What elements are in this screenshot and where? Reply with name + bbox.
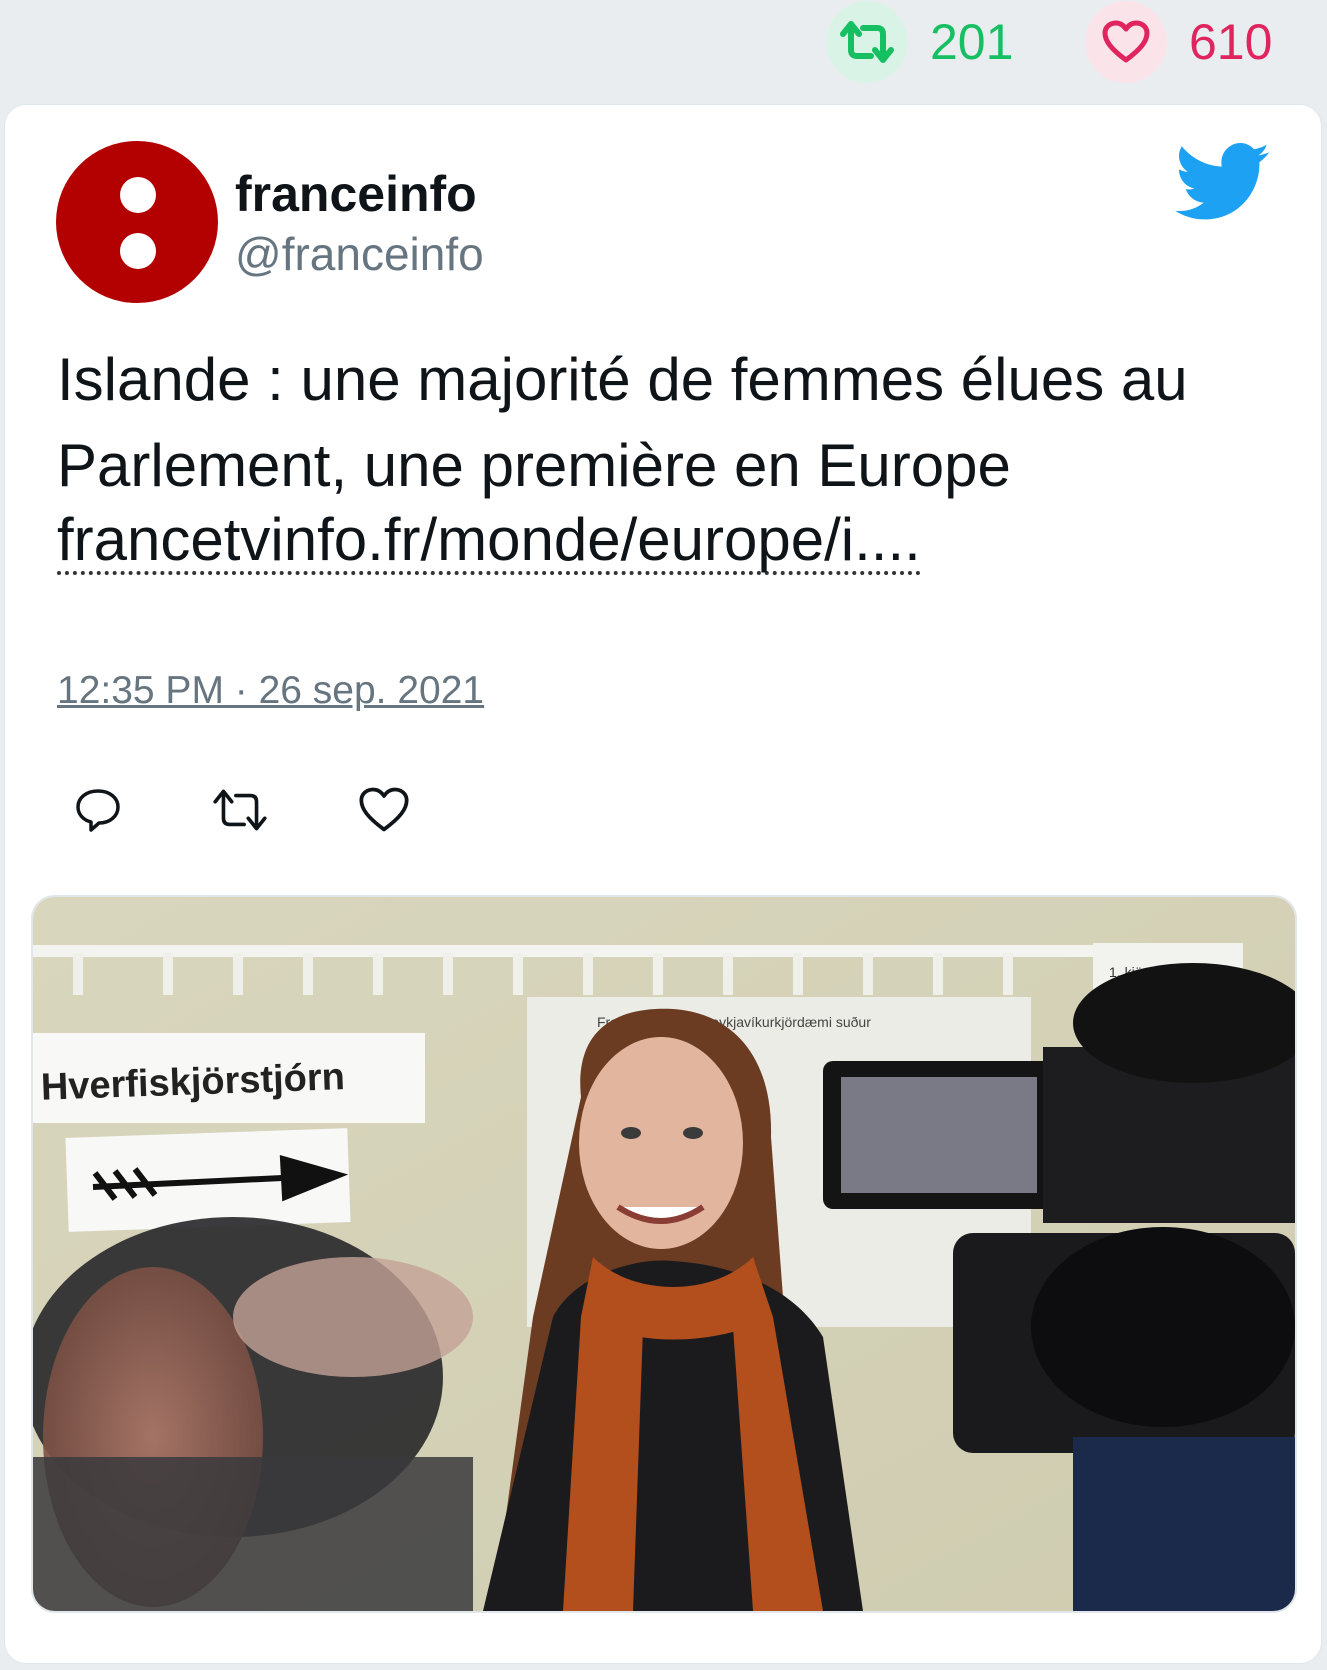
tweet-text: Islande : une majorité de femmes élues a… <box>57 346 1188 499</box>
twitter-bird-icon[interactable] <box>1175 143 1271 226</box>
retweet-stat[interactable]: 201 <box>826 0 1013 84</box>
woman-eye <box>621 1127 641 1139</box>
author-display-name[interactable]: franceinfo <box>235 165 477 223</box>
retweet-icon[interactable] <box>826 1 908 83</box>
camera-lens <box>1031 1227 1295 1427</box>
reply-icon[interactable] <box>73 785 123 840</box>
woman-eye <box>683 1127 703 1139</box>
avatar-logo-dot <box>120 233 156 269</box>
retweet-count: 201 <box>930 14 1014 70</box>
avatar[interactable] <box>56 141 218 303</box>
tweet-photo[interactable]: Hverfiskjörstjórn Framboðslistar í Reykj… <box>31 895 1297 1613</box>
like-stat[interactable]: 610 <box>1085 0 1272 84</box>
coat-rack <box>33 945 1113 957</box>
blurred-foreground <box>33 1457 473 1611</box>
author-handle[interactable]: @franceinfo <box>235 227 484 281</box>
tweet-card: franceinfo @franceinfo Islande : une maj… <box>4 104 1322 1664</box>
camera-display <box>841 1077 1037 1193</box>
engagement-stats: 201 610 <box>0 0 1327 100</box>
tweet-timestamp[interactable]: 12:35 PM · 26 sep. 2021 <box>57 669 484 713</box>
like-count: 610 <box>1189 14 1273 70</box>
cameraman <box>1073 1437 1295 1611</box>
heart-icon[interactable] <box>1085 1 1167 83</box>
tweet-link[interactable]: francetvinfo.fr/monde/europe/i.... <box>57 509 921 575</box>
blurred-finger <box>233 1257 473 1377</box>
avatar-logo-dot <box>120 177 156 213</box>
retweet-icon[interactable] <box>209 785 271 840</box>
photo-illustration: Hverfiskjörstjórn Framboðslistar í Reykj… <box>33 897 1295 1611</box>
heart-icon[interactable] <box>357 785 411 840</box>
